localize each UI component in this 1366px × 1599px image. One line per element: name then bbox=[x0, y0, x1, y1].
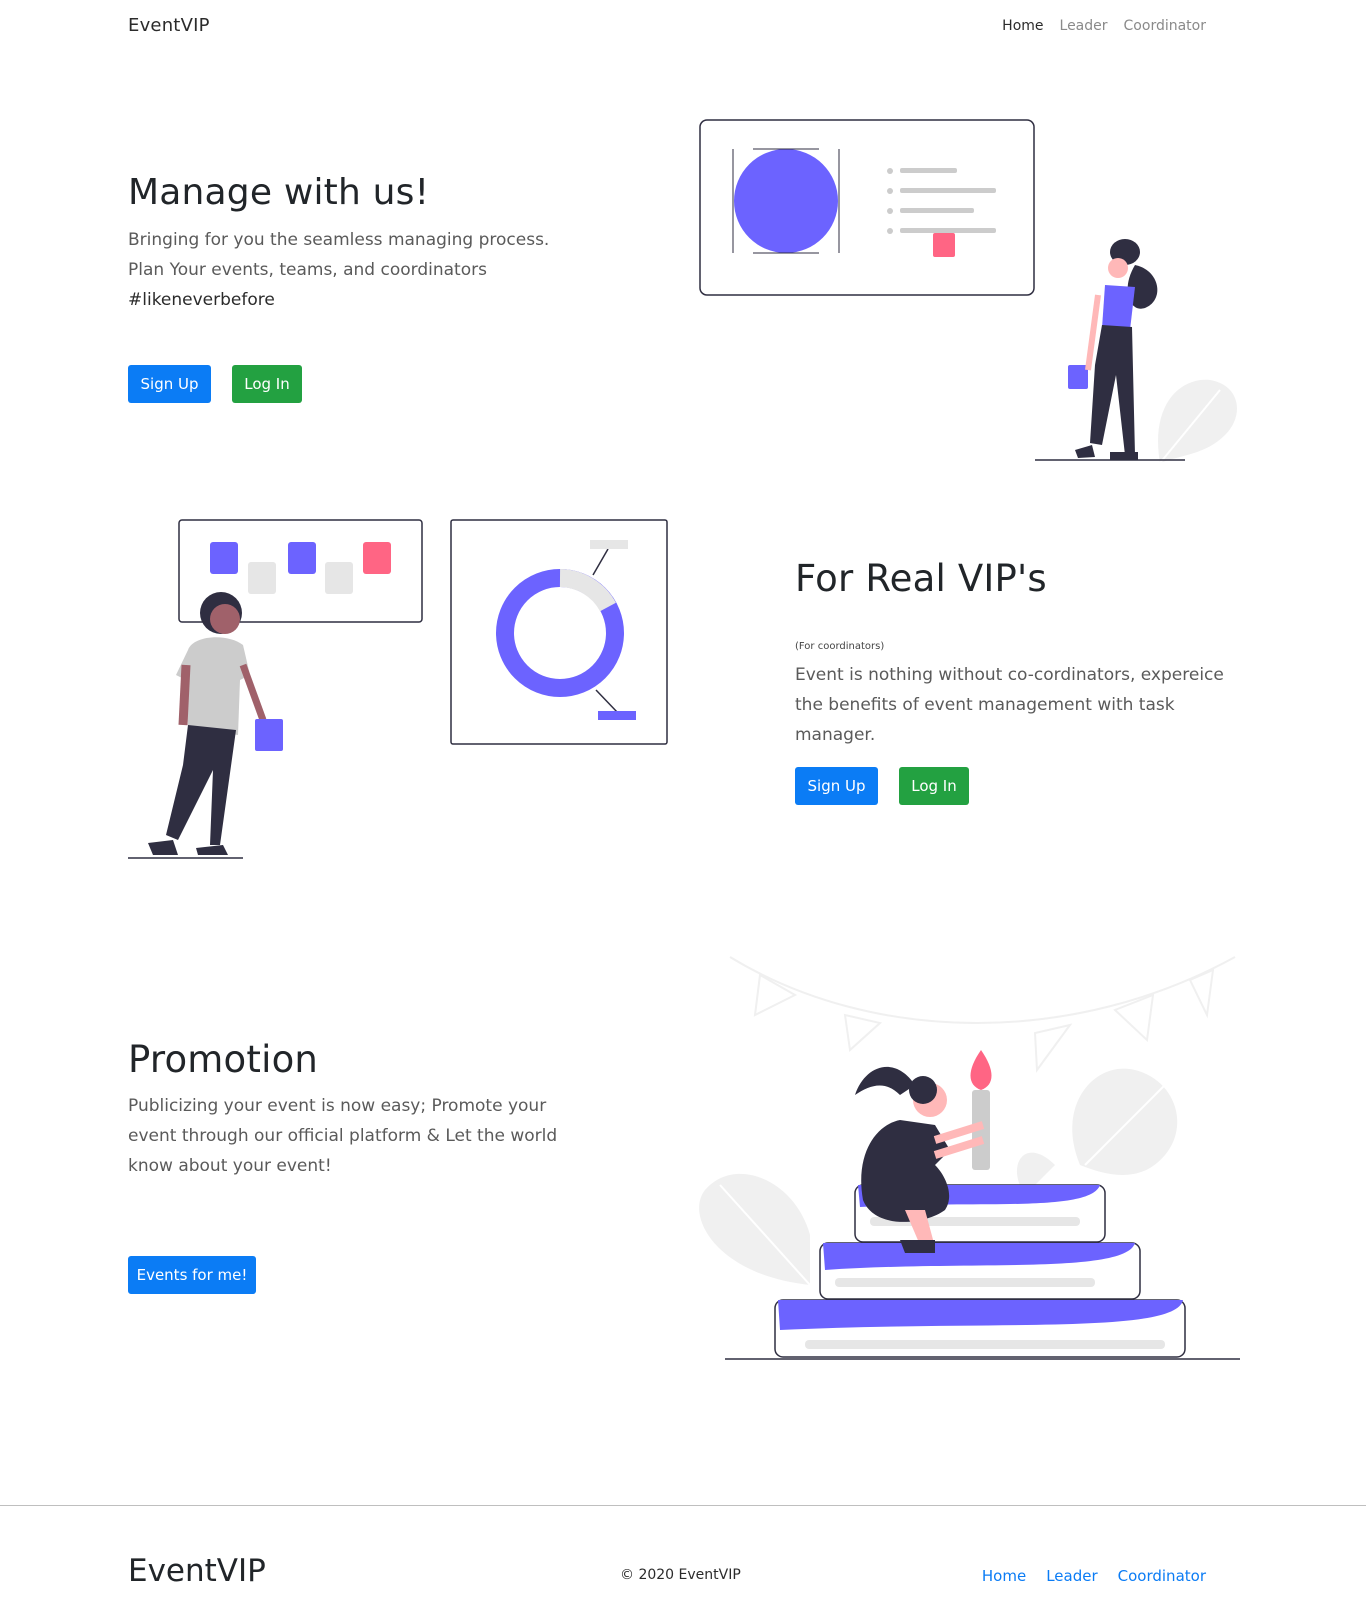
nav-link-home[interactable]: Home bbox=[1002, 18, 1043, 34]
footer-link-coordinator[interactable]: Coordinator bbox=[1118, 1567, 1206, 1585]
promo-line-2: event through our official platform & Le… bbox=[128, 1126, 558, 1146]
hero-illustration bbox=[699, 119, 1237, 464]
hero-line-1: Bringing for you the seamless managing p… bbox=[128, 230, 550, 250]
promo-line-1: Publicizing your event is now easy; Prom… bbox=[128, 1096, 547, 1116]
footer-divider bbox=[0, 1505, 1366, 1506]
vip-title: For Real VIP's bbox=[795, 557, 1047, 600]
footer-links: Home Leader Coordinator bbox=[982, 1567, 1206, 1585]
nav-link-leader[interactable]: Leader bbox=[1060, 18, 1108, 34]
hero-hashtag: #likeneverbefore bbox=[128, 290, 275, 310]
hero-title: Manage with us! bbox=[128, 172, 430, 213]
nav-links: Home Leader Coordinator bbox=[1002, 18, 1206, 34]
vip-line-1: Event is nothing without co-cordinators,… bbox=[795, 665, 1224, 685]
hero-login-button[interactable]: Log In bbox=[232, 365, 302, 403]
brand-logo[interactable]: EventVIP bbox=[128, 15, 210, 36]
promo-line-3: know about your event! bbox=[128, 1156, 332, 1176]
top-navbar: EventVIP Home Leader Coordinator bbox=[0, 0, 1366, 56]
footer-link-home[interactable]: Home bbox=[982, 1567, 1026, 1585]
vip-illustration bbox=[128, 519, 668, 859]
vip-line-2: the benefits of event management with ta… bbox=[795, 695, 1175, 715]
hero-signup-button[interactable]: Sign Up bbox=[128, 365, 211, 403]
vip-login-button[interactable]: Log In bbox=[899, 767, 969, 805]
vip-note: (For coordinators) bbox=[795, 641, 885, 652]
footer-link-leader[interactable]: Leader bbox=[1046, 1567, 1097, 1585]
promo-title: Promotion bbox=[128, 1038, 319, 1081]
events-for-me-button[interactable]: Events for me! bbox=[128, 1256, 256, 1294]
vip-signup-button[interactable]: Sign Up bbox=[795, 767, 878, 805]
nav-link-coordinator[interactable]: Coordinator bbox=[1124, 18, 1206, 34]
footer-brand[interactable]: EventVIP bbox=[128, 1553, 266, 1589]
vip-line-3: manager. bbox=[795, 725, 876, 745]
footer-copyright: © 2020 EventVIP bbox=[620, 1567, 741, 1583]
hero-line-2: Plan Your events, teams, and coordinator… bbox=[128, 260, 487, 280]
promo-illustration bbox=[699, 956, 1240, 1360]
